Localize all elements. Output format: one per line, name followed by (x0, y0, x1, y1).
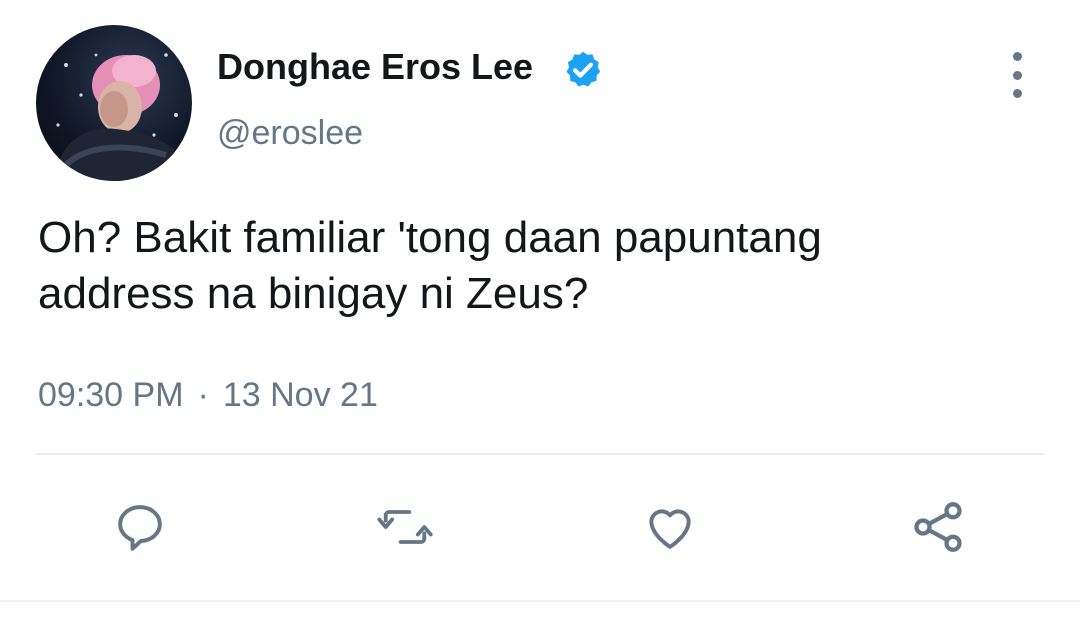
tweet-date: 13 Nov 21 (222, 376, 378, 414)
avatar[interactable] (36, 25, 192, 181)
verified-badge-icon (566, 51, 601, 87)
tweet-text-line: address na binigay ni Zeus? (38, 269, 589, 318)
like-button[interactable] (640, 497, 700, 557)
bottom-divider (0, 600, 1080, 602)
reply-button[interactable] (110, 497, 170, 557)
tweet-time: 09:30 PM (38, 376, 184, 414)
more-options-icon[interactable] (1001, 52, 1033, 98)
divider (36, 453, 1044, 455)
meta-separator: · (197, 376, 209, 414)
retweet-icon (377, 510, 433, 544)
display-name[interactable]: Donghae Eros Lee (217, 45, 533, 89)
share-button[interactable] (908, 497, 968, 557)
tweet-text-line: Oh? Bakit familiar 'tong daan papuntang (38, 213, 822, 262)
tweet-timestamp: 09:30 PM · 13 Nov 21 (38, 373, 378, 417)
heart-icon (649, 509, 691, 549)
share-icon (914, 502, 962, 552)
reply-icon (118, 505, 162, 551)
profile-photo-icon (56, 53, 192, 181)
user-handle[interactable]: @eroslee (217, 112, 363, 154)
more-dot (1012, 89, 1022, 98)
more-dot (1012, 70, 1022, 80)
tweet-text: Oh? Bakit familiar 'tong daan papuntang … (38, 210, 1048, 322)
more-dot (1012, 52, 1022, 61)
tweet-card: Donghae Eros Lee @eroslee Oh? Bakit fami… (0, 0, 1080, 618)
retweet-button[interactable] (375, 497, 435, 557)
